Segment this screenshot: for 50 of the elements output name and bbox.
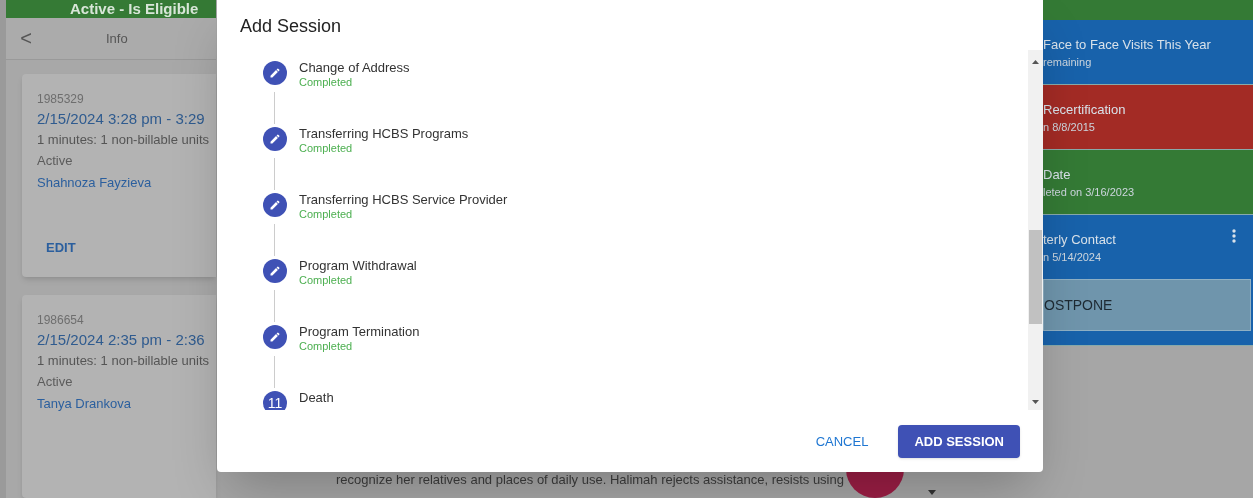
session-id: 1986654	[37, 312, 85, 329]
step-title: Death	[299, 390, 334, 406]
session-id: 1985329	[37, 91, 85, 108]
person-link[interactable]: Tanya Drankova	[37, 393, 131, 415]
dropdown-caret-icon	[928, 490, 936, 495]
status-text: Active - Is Eligible	[70, 0, 199, 18]
session-units: 1 minutes: 1 non-billable units	[37, 131, 210, 149]
step-status: Completed	[299, 76, 354, 89]
step-title: Program Termination	[299, 324, 420, 340]
pencil-icon	[269, 133, 281, 145]
step-title: Program Withdrawal	[299, 258, 417, 274]
reminder-subtitle: n 8/8/2015	[1043, 120, 1096, 135]
scroll-up-icon[interactable]	[1032, 60, 1039, 64]
step-status: Completed	[299, 274, 354, 287]
session-time: 2/15/2024 3:28 pm - 3:29	[37, 109, 205, 129]
step-status: Completed	[299, 340, 354, 353]
step-status: Completed	[299, 208, 354, 221]
pencil-icon	[269, 67, 281, 79]
note-text: recognize her relatives and places of daily use. Halimah rejects assistance, resists using	[336, 471, 844, 488]
session-time: 2/15/2024 2:35 pm - 2:36	[37, 330, 205, 350]
reminder-subtitle: remaining	[1043, 55, 1093, 70]
reminder-subtitle: leted on 3/16/2023	[1043, 185, 1136, 200]
scroll-down-icon[interactable]	[1032, 400, 1039, 404]
header-title: Info	[106, 29, 128, 48]
more-icon[interactable]	[1232, 229, 1236, 243]
step-title: Transferring HCBS Service Provider	[299, 192, 508, 208]
postpone-button[interactable]: OSTPONE	[1043, 279, 1251, 331]
scrollbar[interactable]	[1028, 50, 1043, 410]
pencil-icon	[269, 265, 281, 277]
session-status: Active	[37, 373, 74, 391]
reminder-subtitle: n 5/14/2024	[1043, 250, 1103, 265]
back-button[interactable]: <	[16, 23, 36, 54]
step-title: Transferring HCBS Programs	[299, 126, 469, 142]
step-number: 11	[263, 391, 287, 410]
person-link[interactable]: Shahnoza Fayzieva	[37, 172, 152, 194]
dialog-title: Add Session	[239, 15, 343, 38]
reminder-title: Recertification	[1043, 101, 1126, 119]
reminder-title: terly Contact	[1043, 231, 1116, 249]
reminder-title: Face to Face Visits This Year	[1043, 36, 1211, 54]
step-status: Completed	[299, 142, 354, 155]
session-status: Active	[37, 152, 74, 170]
add-session-button[interactable]: ADD SESSION	[898, 425, 1020, 458]
step-title: Change of Address	[299, 60, 410, 76]
cancel-button[interactable]: CANCEL	[807, 425, 877, 458]
pencil-icon	[269, 199, 281, 211]
scroll-thumb[interactable]	[1029, 230, 1042, 324]
pencil-icon	[269, 331, 281, 343]
edit-button[interactable]: EDIT	[37, 231, 85, 263]
reminder-title: Date	[1043, 166, 1071, 184]
session-units: 1 minutes: 1 non-billable units	[37, 352, 210, 370]
